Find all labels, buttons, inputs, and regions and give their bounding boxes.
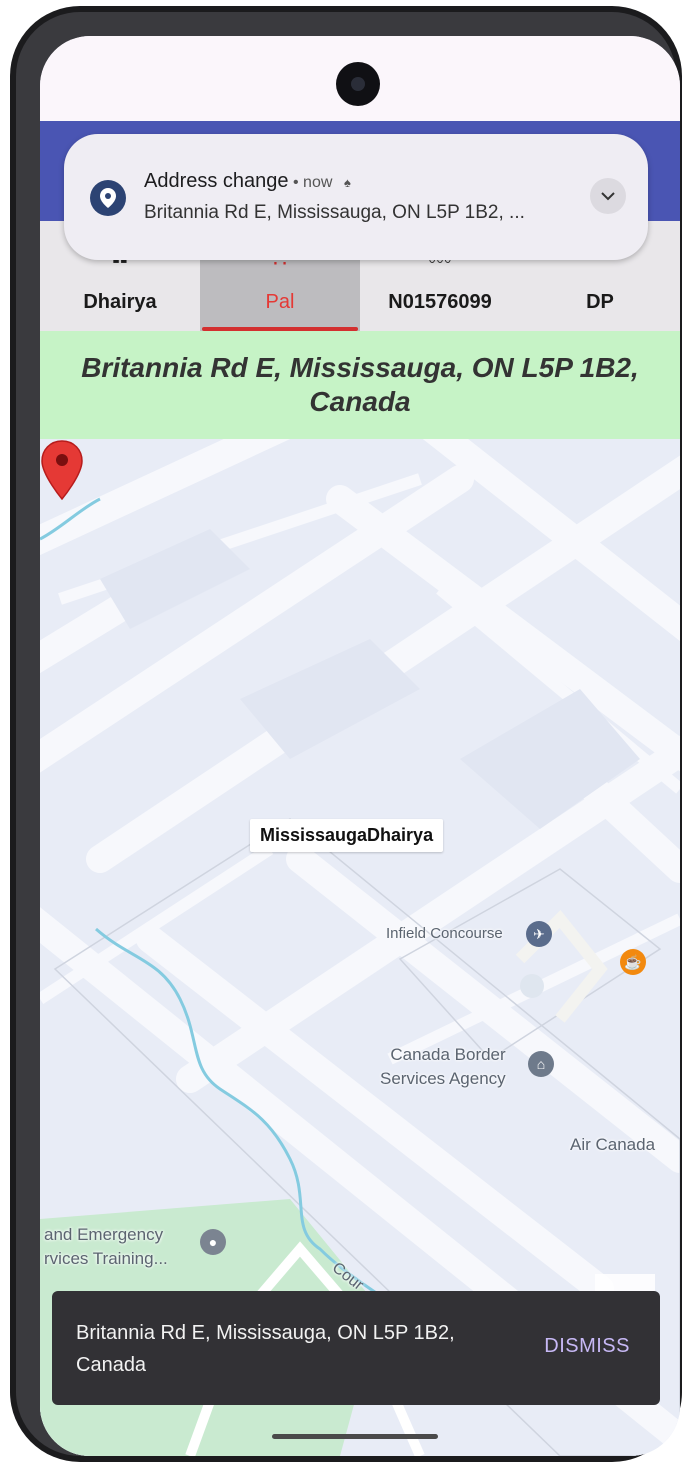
poi-air-canada-label[interactable]: Air Canada [570, 1133, 655, 1157]
notification-title: Address change [144, 170, 289, 192]
alert-bell-icon: ♠ [343, 175, 351, 190]
poi-cbsa-line2: Services Agency [380, 1069, 506, 1088]
tab-label: Pal [265, 291, 295, 313]
notification-separator: • [288, 174, 304, 191]
notification-title-row: Address change • now ♠ [144, 170, 351, 193]
poi-cbsa-label[interactable]: Canada Border Services Agency [380, 1043, 506, 1091]
airport-icon[interactable]: ✈ [526, 921, 552, 947]
dismiss-button[interactable]: DISMISS [544, 1335, 630, 1358]
government-building-icon[interactable]: ⌂ [528, 1051, 554, 1077]
notification-time: now [303, 174, 333, 191]
snackbar: Britannia Rd E, Mississauga, ON L5P 1B2,… [52, 1291, 660, 1405]
chevron-down-icon[interactable] [590, 178, 626, 214]
tab-label: N01576099 [388, 291, 492, 313]
poi-training-label[interactable]: and Emergency rvices Training... [44, 1223, 168, 1271]
notification-text: Britannia Rd E, Mississauga, ON L5P 1B2,… [144, 202, 525, 223]
place-icon[interactable]: ● [200, 1229, 226, 1255]
poi-infield-concourse-label[interactable]: Infield Concourse [386, 922, 503, 946]
marker-title: MississaugaDhairya [260, 825, 434, 845]
gesture-home-bar[interactable] [272, 1434, 438, 1439]
tab-label: DP [586, 291, 614, 313]
marker-info-window[interactable]: MississaugaDhairya [250, 819, 444, 852]
front-camera [336, 62, 380, 106]
location-pin-icon [90, 180, 126, 216]
cafe-icon[interactable]: ☕ [620, 949, 646, 975]
status-bar [40, 36, 680, 121]
address-banner-text: Britannia Rd E, Mississauga, ON L5P 1B2,… [81, 352, 639, 417]
heads-up-notification[interactable]: Address change • now ♠ Britannia Rd E, M… [64, 134, 648, 260]
phone-bezel: ▪▪ Dhairya ∴ Pal ◦◦◦ N01576099 ⌒ DP Brit… [16, 12, 680, 1456]
map-pin-icon[interactable] [40, 439, 84, 501]
screen: ▪▪ Dhairya ∴ Pal ◦◦◦ N01576099 ⌒ DP Brit… [40, 36, 680, 1456]
address-banner: Britannia Rd E, Mississauga, ON L5P 1B2,… [40, 331, 680, 439]
poi-training-line2: rvices Training... [44, 1249, 168, 1268]
phone-frame: ▪▪ Dhairya ∴ Pal ◦◦◦ N01576099 ⌒ DP Brit… [10, 6, 682, 1462]
poi-cbsa-line1: Canada Border [390, 1045, 506, 1064]
snackbar-text: Britannia Rd E, Mississauga, ON L5P 1B2,… [76, 1322, 455, 1376]
tab-label: Dhairya [83, 291, 157, 313]
poi-training-line1: and Emergency [44, 1225, 164, 1244]
